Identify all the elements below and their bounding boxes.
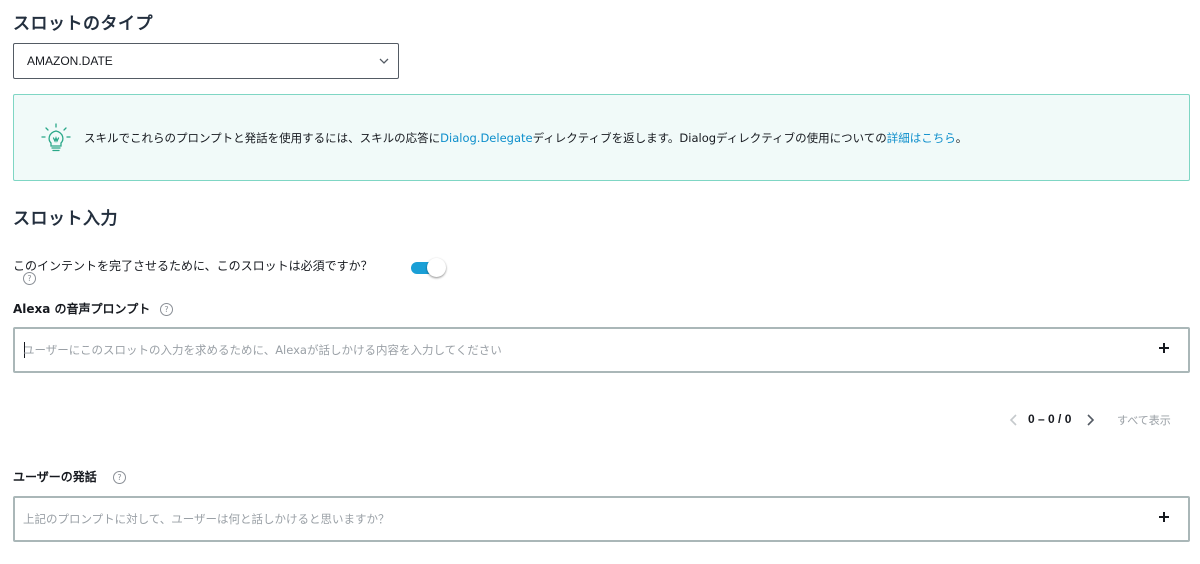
show-all-link[interactable]: すべて表示: [1117, 412, 1171, 428]
learn-more-link[interactable]: 詳細はこちら: [887, 131, 956, 145]
slot-input-heading: スロット入力: [13, 209, 118, 229]
chevron-left-icon[interactable]: [1009, 414, 1019, 426]
required-question-label: このインテントを完了させるために、このスロットは必須ですか？: [13, 259, 373, 273]
info-text-before: スキルでこれらのプロンプトと発話を使用するには、スキルの応答に: [84, 131, 441, 145]
chevron-right-icon[interactable]: [1085, 414, 1095, 426]
add-prompt-plus-icon[interactable]: [1156, 340, 1172, 356]
alexa-prompt-input-container: [13, 327, 1190, 373]
help-icon[interactable]: ?: [160, 303, 173, 316]
alexa-prompt-label: Alexa の音声プロンプト: [13, 302, 151, 316]
help-icon[interactable]: ?: [23, 272, 36, 285]
user-utterance-input-container: [13, 496, 1190, 542]
slot-type-heading: スロットのタイプ: [13, 14, 153, 34]
user-utterance-input[interactable]: [23, 508, 1143, 530]
alexa-prompt-input[interactable]: [23, 339, 1143, 361]
chevron-down-icon: [379, 58, 389, 64]
info-message: スキルでこれらのプロンプトと発話を使用するには、スキルの応答にDialog.De…: [84, 130, 967, 146]
required-toggle[interactable]: [411, 258, 447, 278]
lightbulb-icon: [41, 123, 71, 152]
toggle-knob: [427, 258, 446, 277]
user-utterance-label: ユーザーの発話: [13, 470, 97, 484]
pagination-count: 0 – 0 / 0: [1028, 412, 1072, 426]
slot-type-selected-value: AMAZON.DATE: [27, 54, 113, 68]
dialog-delegate-info-box: スキルでこれらのプロンプトと発話を使用するには、スキルの応答にDialog.De…: [13, 94, 1190, 181]
help-icon[interactable]: ?: [113, 471, 126, 484]
info-text-end: 。: [955, 131, 968, 145]
dialog-delegate-link[interactable]: Dialog.Delegate: [440, 131, 532, 145]
info-text-middle: ディレクティブを返します。Dialogディレクティブの使用についての: [532, 131, 887, 145]
add-utterance-plus-icon[interactable]: [1156, 509, 1172, 525]
slot-type-dropdown[interactable]: AMAZON.DATE: [13, 43, 399, 79]
slot-editor-page: スロットのタイプ AMAZON.DATE スキルでこれらのプロンプトと発話を使用…: [0, 0, 1200, 564]
